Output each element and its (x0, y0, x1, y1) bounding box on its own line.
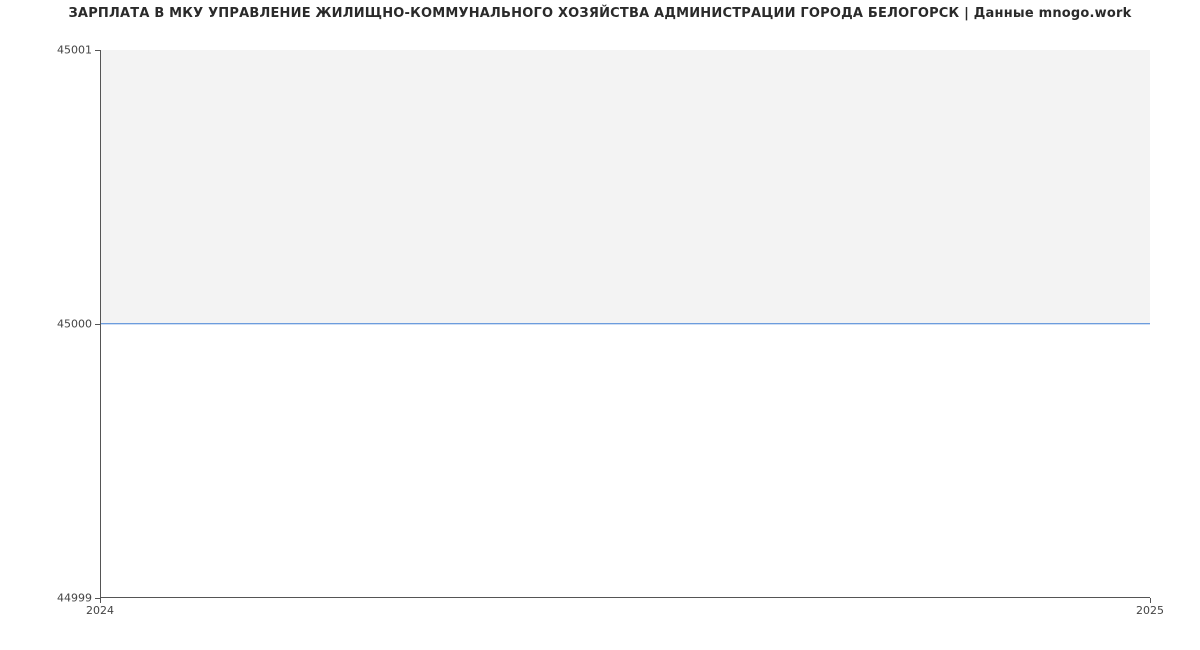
y-tick-mark (95, 50, 100, 51)
x-tick-label: 2025 (1136, 604, 1164, 617)
chart-title: ЗАРПЛАТА В МКУ УПРАВЛЕНИЕ ЖИЛИЩНО-КОММУН… (0, 6, 1200, 21)
y-tick-mark (95, 324, 100, 325)
x-tick-mark (1150, 598, 1151, 603)
series-line-salary (100, 323, 1150, 324)
y-tick-label: 45000 (57, 318, 92, 331)
chart-container: ЗАРПЛАТА В МКУ УПРАВЛЕНИЕ ЖИЛИЩНО-КОММУН… (0, 0, 1200, 650)
plot-area: 45001 45000 44999 2024 2025 (100, 50, 1150, 598)
x-axis-spine (100, 597, 1150, 598)
y-axis-spine (100, 50, 101, 598)
x-tick-mark (100, 598, 101, 603)
y-tick-label: 45001 (57, 44, 92, 57)
x-tick-label: 2024 (86, 604, 114, 617)
y-tick-label: 44999 (57, 592, 92, 605)
plot-background-band (100, 50, 1150, 324)
